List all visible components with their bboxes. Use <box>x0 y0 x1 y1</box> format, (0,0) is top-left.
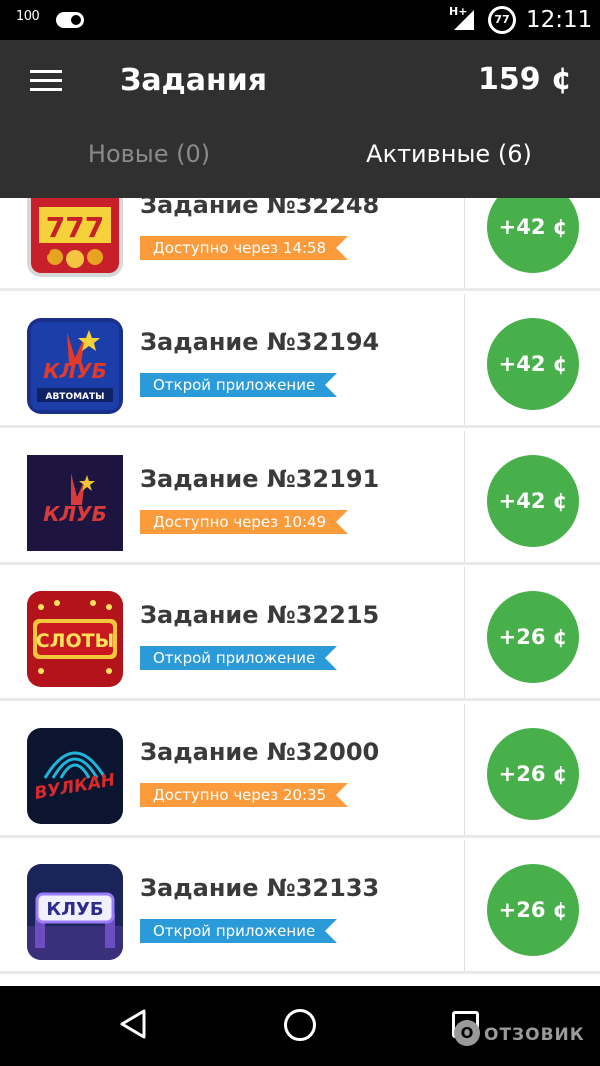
klub-city-icon: КЛУБ <box>27 864 123 960</box>
task-status-badge: Доступно через 14:58 <box>140 236 349 260</box>
reward-button[interactable]: +42 ¢ <box>487 318 579 410</box>
menu-icon[interactable] <box>30 70 62 94</box>
task-status-badge: Доступно через 10:49 <box>140 510 349 534</box>
task-status-badge: Открой приложение <box>140 373 338 397</box>
slot-777-icon: 777 <box>27 198 123 277</box>
task-row[interactable]: 777 Задание №32248 Доступно через 14:58 … <box>0 198 600 291</box>
toggle-icon <box>56 12 84 28</box>
task-row[interactable]: КЛУБ АВТОМАТЫ Задание №32194 Открой прил… <box>0 294 600 428</box>
task-title: Задание №32248 <box>140 198 380 219</box>
sevens-text: 777 <box>46 211 104 244</box>
balance: 159 ¢ <box>478 62 572 97</box>
task-list[interactable]: 777 Задание №32248 Доступно через 14:58 … <box>0 198 600 986</box>
task-title: Задание №32133 <box>140 874 380 902</box>
battery-icon: 100 <box>16 9 40 24</box>
notification-count: 77 <box>494 13 510 26</box>
klub-dark-icon: КЛУБ <box>27 455 123 551</box>
row-divider <box>464 431 465 562</box>
watermark-text: ОТЗОВИК <box>484 1025 585 1045</box>
task-status-badge: Открой приложение <box>140 919 338 943</box>
task-row[interactable]: ВУЛКАН Задание №32000 Доступно через 20:… <box>0 704 600 838</box>
klub-text: КЛУБ <box>43 502 107 526</box>
task-title: Задание №32000 <box>140 738 380 766</box>
tab-active[interactable]: Активные (6) <box>300 140 598 168</box>
avtomaty-text: АВТОМАТЫ <box>45 392 104 402</box>
tab-new[interactable]: Новые (0) <box>0 140 298 168</box>
app-bar: Задания 159 ¢ Новые (0) Активные (6) <box>0 40 600 198</box>
row-divider <box>464 198 465 288</box>
reward-button[interactable]: +26 ¢ <box>487 591 579 683</box>
klub-avtomaty-icon: КЛУБ АВТОМАТЫ <box>27 318 123 414</box>
task-title: Задание №32194 <box>140 328 380 356</box>
reward-button[interactable]: +26 ¢ <box>487 728 579 820</box>
sloty-icon: СЛОТЫ <box>27 591 123 687</box>
row-divider <box>464 704 465 835</box>
task-title: Задание №32191 <box>140 465 380 493</box>
task-status-badge: Доступно через 20:35 <box>140 783 349 807</box>
watermark-logo: O <box>454 1020 480 1046</box>
back-icon[interactable] <box>118 1008 150 1040</box>
task-row[interactable]: КЛУБ Задание №32133 Открой приложение +2… <box>0 840 600 974</box>
reward-button[interactable]: +26 ¢ <box>487 864 579 956</box>
reward-button[interactable]: +42 ¢ <box>487 198 579 273</box>
home-icon[interactable] <box>284 1009 316 1041</box>
task-title: Задание №32215 <box>140 601 380 629</box>
status-bar: 100 H+ 77 12:11 <box>0 0 600 40</box>
reward-button[interactable]: +42 ¢ <box>487 455 579 547</box>
clock: 12:11 <box>526 7 593 33</box>
task-status-badge: Открой приложение <box>140 646 338 670</box>
page-title: Задания <box>120 63 268 98</box>
vulkan-icon: ВУЛКАН <box>27 728 123 824</box>
row-divider <box>464 840 465 971</box>
row-divider <box>464 294 465 425</box>
row-divider <box>464 567 465 698</box>
network-type-label: H+ <box>449 5 468 18</box>
task-row[interactable]: КЛУБ Задание №32191 Доступно через 10:49… <box>0 431 600 565</box>
task-row[interactable]: СЛОТЫ Задание №32215 Открой приложение +… <box>0 567 600 701</box>
sloty-text: СЛОТЫ <box>36 630 115 652</box>
klub-text: КЛУБ <box>46 899 103 920</box>
klub-text: КЛУБ <box>43 359 107 383</box>
nav-bar: O ОТЗОВИК <box>0 986 600 1066</box>
